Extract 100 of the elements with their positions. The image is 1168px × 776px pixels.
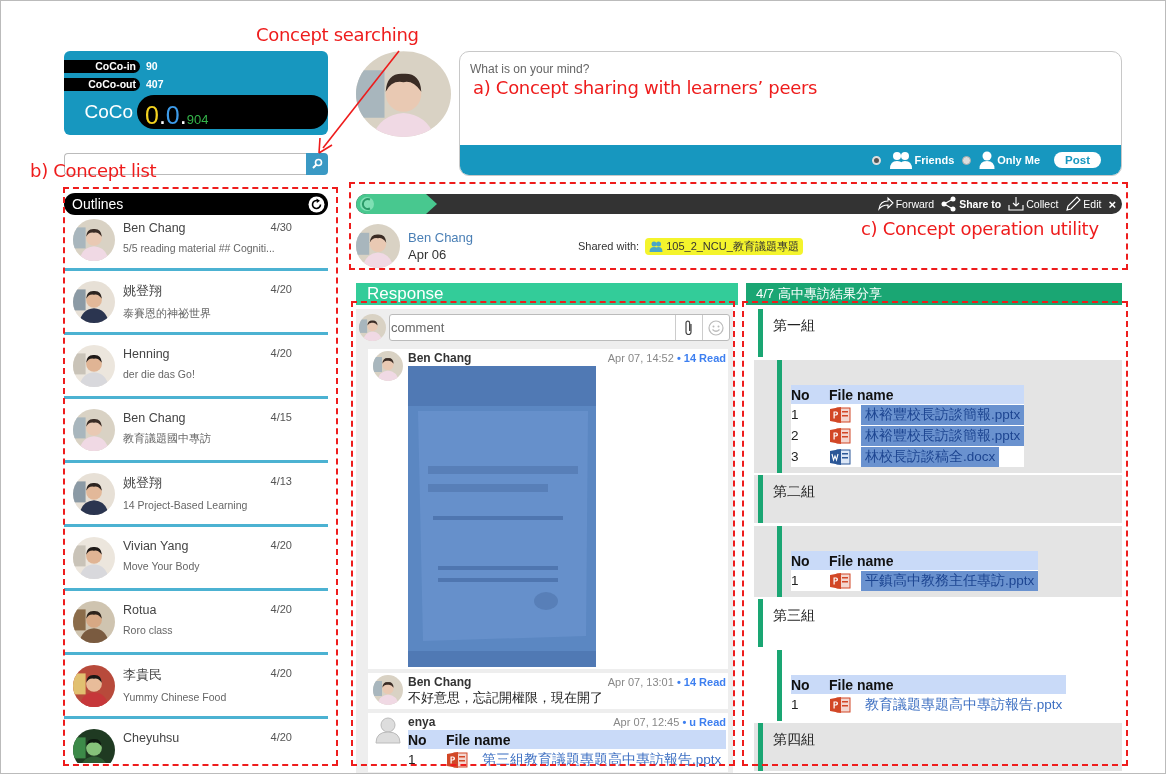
author-name: 李貴民: [123, 667, 162, 684]
paperclip-icon: [684, 318, 694, 337]
annotation-label: b) Concept list: [30, 160, 157, 181]
search-button[interactable]: [306, 153, 328, 175]
column-header: File name: [829, 676, 894, 693]
comment-author: Ben Chang: [408, 351, 472, 366]
item-title: Roro class: [123, 624, 174, 636]
item-date: 4/15: [270, 411, 292, 425]
response-header: Response: [356, 283, 738, 305]
comment-author: Ben Chang: [408, 675, 472, 690]
close-button[interactable]: ×: [1108, 196, 1116, 212]
toolbar-action[interactable]: Edit: [1065, 196, 1102, 212]
outline-item[interactable]: Ben Chang 4/30 5/5 reading material ## Cogniti...: [64, 215, 328, 271]
annotation-label: a) Concept sharing with learners’ peers: [473, 77, 818, 98]
outline-item[interactable]: Vivian Yang 4/20 Move Your Body: [64, 527, 328, 591]
stat-value: 90: [146, 60, 158, 72]
read-count[interactable]: • u Read: [682, 716, 726, 728]
radio-button[interactable]: [962, 155, 972, 165]
group-title: 第一組: [772, 316, 815, 335]
outline-item[interactable]: Rotua 4/20 Roro class: [64, 591, 328, 655]
column-header: File name: [829, 386, 894, 403]
file-link[interactable]: 教育議題專題高中專訪報告.pptx: [861, 694, 1067, 715]
item-date: 4/20: [270, 603, 292, 617]
people-icon: [888, 151, 913, 169]
shared-label: Shared with:: [578, 240, 640, 252]
search-icon: [311, 158, 323, 170]
item-date: 4/20: [270, 731, 292, 745]
item-title: 14 Project-Based Learning: [123, 499, 249, 511]
item-date: 4/30: [270, 221, 292, 235]
group-title: 第四組: [772, 730, 815, 749]
toolbar-action[interactable]: Collect: [1008, 196, 1059, 212]
column-header: File name: [829, 552, 894, 569]
refresh-button[interactable]: [308, 195, 325, 213]
comment-text: 不好意思，忘記開權限，現在開了: [408, 690, 604, 707]
comment-time: Apr 07, 13:01: [607, 676, 674, 688]
item-title: 5/5 reading material ## Cogniti...: [123, 242, 276, 254]
smiley-icon: [708, 319, 724, 336]
row-number: 2: [791, 428, 800, 443]
score-display: 0.0.904: [137, 95, 328, 129]
author-name: Ben Chang: [123, 221, 186, 235]
stat-value: 407: [146, 78, 164, 90]
column-header: No: [791, 676, 811, 693]
audience-label: Friends: [914, 154, 955, 166]
comment-field[interactable]: comment: [389, 314, 730, 341]
item-date: 4/20: [270, 347, 292, 361]
author-name: 姚登翔: [123, 283, 162, 300]
comment-time: Apr 07, 14:52: [607, 352, 674, 364]
stat-label: CoCo-in: [64, 59, 140, 73]
item-date: 4/20: [270, 667, 292, 681]
column-header: File name: [446, 731, 511, 748]
group-tag[interactable]: 105_2_NCU_教育議題專題: [645, 237, 803, 255]
forward-arrow-icon: [877, 196, 894, 212]
annotation-label: c) Concept operation utility: [861, 218, 1099, 239]
post-date: Apr 06: [408, 247, 448, 262]
share-icon: [941, 196, 958, 212]
author-name: Henning: [123, 347, 170, 361]
author-name: 姚登翔: [123, 475, 162, 492]
group-title: 第二組: [772, 482, 815, 501]
item-title: 教育議題國中專訪: [123, 432, 212, 446]
person-icon: [979, 151, 996, 169]
item-title: Move Your Body: [123, 560, 201, 572]
toolbar-action[interactable]: Share to: [941, 196, 1002, 212]
people-icon: [649, 240, 664, 252]
column-header: No: [791, 386, 811, 403]
row-number: 1: [791, 573, 800, 588]
post-input[interactable]: What is on your mind?: [460, 52, 1121, 80]
author-name: Rotua: [123, 603, 157, 617]
download-tray-icon: [1008, 196, 1025, 212]
row-number: 1: [791, 697, 800, 712]
item-title: Yummy Chinese Food: [123, 691, 228, 703]
item-date: 4/20: [270, 283, 292, 297]
outlines-title: Outlines: [72, 196, 124, 212]
author-link[interactable]: Ben Chang: [408, 230, 578, 245]
row-number: 1: [791, 407, 800, 422]
audience-label: Only Me: [997, 154, 1041, 166]
column-header: No: [791, 552, 811, 569]
row-number: 1: [408, 752, 417, 767]
item-date: 4/13: [270, 475, 292, 489]
outline-item[interactable]: 姚登翔 4/13 14 Project-Based Learning: [64, 463, 328, 527]
pencil-icon: [1065, 196, 1082, 212]
section-header: 4/7 高中專訪結果分享: [746, 283, 1122, 305]
author-name: Vivian Yang: [123, 539, 189, 553]
item-title: der die das Go!: [123, 368, 196, 380]
outline-item[interactable]: Ben Chang 4/15 教育議題國中專訪: [64, 399, 328, 463]
author-name: Cheyuhsu: [123, 731, 180, 745]
outline-item[interactable]: 姚登翔 4/20 泰賽恩的神祕世界: [64, 271, 328, 335]
column-header: No: [408, 731, 428, 748]
item-date: 4/20: [270, 539, 292, 553]
read-count[interactable]: • 14 Read: [676, 676, 726, 688]
item-title: 泰賽恩的神祕世界: [123, 307, 212, 321]
score-title: CoCo: [83, 101, 133, 123]
author-name: Ben Chang: [123, 411, 186, 425]
toolbar-action[interactable]: Forward: [877, 196, 935, 212]
outline-item[interactable]: 李貴民 4/20 Yummy Chinese Food: [64, 655, 328, 719]
comment-time: Apr 07, 12:45: [613, 716, 680, 728]
annotation-label: Concept searching: [256, 24, 419, 45]
row-number: 3: [791, 449, 800, 464]
read-count[interactable]: • 14 Read: [676, 352, 726, 364]
outline-item[interactable]: Cheyuhsu 4/20: [64, 719, 328, 763]
outline-item[interactable]: Henning 4/20 der die das Go!: [64, 335, 328, 399]
